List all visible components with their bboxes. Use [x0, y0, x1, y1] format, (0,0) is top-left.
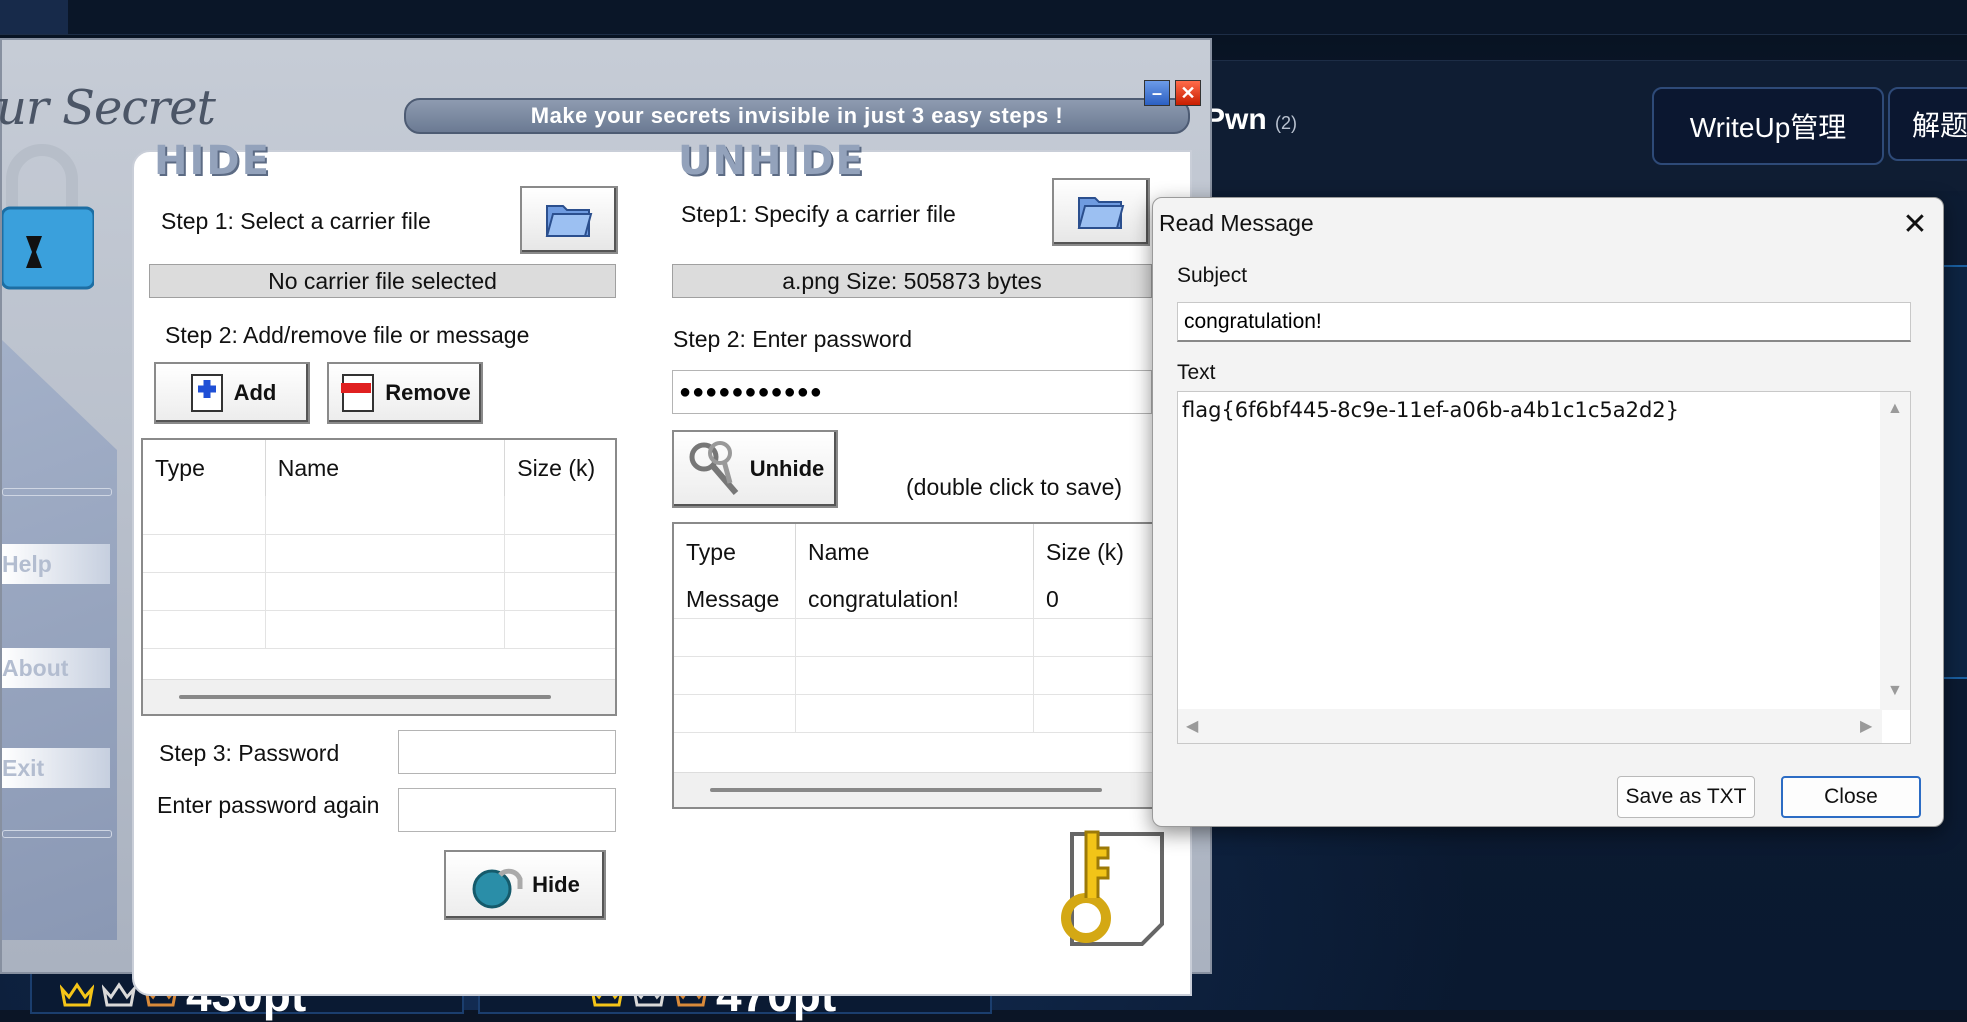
column-header-type[interactable]: Type	[674, 524, 797, 580]
side-navigation: Help About Exit	[2, 340, 117, 940]
hide-step1-label: Step 1: Select a carrier file	[161, 208, 431, 234]
nav-exit-button[interactable]: Exit	[2, 748, 110, 788]
column-header-size[interactable]: Size (k)	[1034, 524, 1154, 580]
folder-icon	[1077, 197, 1125, 229]
hide-password-again-input[interactable]	[398, 788, 616, 832]
padlock-icon	[2, 144, 94, 290]
unhide-step2-label: Step 2: Enter password	[673, 326, 913, 352]
keys-icon	[689, 441, 738, 495]
scrollbar-thumb[interactable]	[179, 695, 551, 699]
unhide-files-table[interactable]: Type Name Size (k) Message congratulatio…	[672, 522, 1156, 809]
hide-step3-label: Step 3: Password	[159, 740, 340, 766]
dialog-title: Read Message	[1159, 210, 1314, 236]
column-header-name[interactable]: Name	[266, 440, 506, 496]
add-button[interactable]: Add	[154, 362, 310, 424]
folder-icon	[545, 205, 593, 237]
stego-app-window: ur Secret Make your secrets invisible in…	[0, 38, 1212, 996]
add-button-label: Add	[233, 380, 277, 405]
hide-button-label: Hide	[532, 872, 580, 897]
unhide-section-title: UNHIDE	[678, 138, 865, 184]
solve-button[interactable]: 解题	[1888, 87, 1967, 161]
locked-padlock-icon	[472, 868, 523, 909]
unhide-select-carrier-button[interactable]	[1052, 178, 1150, 246]
category-name: Pwn	[1205, 103, 1267, 136]
writeup-manage-button[interactable]: WriteUp管理	[1652, 87, 1884, 165]
column-header-size[interactable]: Size (k)	[505, 440, 615, 496]
unhide-step1-label: Step1: Specify a carrier file	[681, 201, 956, 227]
table-row	[143, 572, 615, 611]
text-label: Text	[1177, 361, 1216, 384]
hide-password-again-label: Enter password again	[157, 792, 380, 818]
subject-field[interactable]: congratulation!	[1177, 302, 1911, 342]
row-type: Message	[674, 580, 797, 618]
table-row	[143, 496, 615, 535]
unhide-carrier-status: a.png Size: 505873 bytes	[672, 264, 1152, 298]
nav-rail-bottom	[2, 830, 112, 838]
remove-file-icon	[341, 374, 375, 412]
background-topbar	[0, 0, 1967, 35]
hide-select-carrier-button[interactable]	[520, 186, 618, 254]
text-horizontal-scrollbar[interactable]: ◀ ▶	[1178, 709, 1882, 743]
key-document-icon	[1061, 830, 1164, 946]
unhide-table-header: Type Name Size (k)	[674, 524, 1154, 580]
hide-button[interactable]: Hide	[444, 850, 606, 920]
column-header-name[interactable]: Name	[796, 524, 1034, 580]
gold-crown-icon	[60, 982, 94, 1007]
silver-crown-icon	[102, 982, 136, 1007]
nav-about-button[interactable]: About	[2, 648, 110, 688]
unhide-button[interactable]: Unhide	[672, 430, 838, 508]
dialog-close-icon[interactable]: ✕	[1897, 206, 1933, 242]
table-row[interactable]: Message congratulation! 0	[674, 580, 1154, 619]
background-corner	[0, 0, 68, 34]
save-as-txt-button[interactable]: Save as TXT	[1617, 776, 1755, 818]
scroll-right-icon[interactable]: ▶	[1860, 716, 1872, 736]
remove-button-label: Remove	[385, 380, 471, 405]
column-header-type[interactable]: Type	[143, 440, 266, 496]
hide-step2-label: Step 2: Add/remove file or message	[165, 322, 530, 348]
tagline-banner: Make your secrets invisible in just 3 ea…	[404, 98, 1190, 134]
hide-password-input[interactable]	[398, 730, 616, 774]
hide-carrier-status: No carrier file selected	[149, 264, 616, 298]
table-row	[674, 656, 1154, 695]
close-window-button[interactable]: ✕	[1175, 80, 1201, 106]
unhide-password-input[interactable]: ●●●●●●●●●●●	[672, 370, 1152, 414]
close-button[interactable]: Close	[1781, 776, 1921, 818]
table-row	[674, 694, 1154, 733]
read-message-dialog: Read Message ✕ Subject congratulation! T…	[1152, 197, 1944, 827]
scrollbar-thumb[interactable]	[710, 788, 1102, 792]
text-vertical-scrollbar[interactable]: ▲ ▼	[1880, 392, 1910, 710]
double-click-hint: (double click to save)	[906, 474, 1123, 500]
hide-table-header: Type Name Size (k)	[143, 440, 615, 496]
table-row	[143, 610, 615, 649]
hide-section-title: HIDE	[154, 138, 271, 184]
subject-label: Subject	[1177, 264, 1248, 287]
unhide-button-label: Unhide	[749, 456, 825, 481]
table-row	[674, 618, 1154, 657]
scroll-up-icon[interactable]: ▲	[1887, 400, 1903, 418]
add-file-icon	[190, 374, 223, 412]
unhide-table-scrollbar[interactable]	[674, 772, 1154, 807]
scroll-down-icon[interactable]: ▼	[1887, 682, 1903, 700]
nav-help-button[interactable]: Help	[2, 544, 110, 584]
category-count: (2)	[1275, 113, 1298, 133]
nav-rail-top	[2, 488, 112, 496]
row-size: 0	[1045, 585, 1059, 612]
row-name: congratulation!	[796, 580, 1034, 618]
hide-table-scrollbar[interactable]	[143, 679, 615, 714]
table-row	[143, 534, 615, 573]
remove-button[interactable]: Remove	[327, 362, 483, 424]
category-title[interactable]: Pwn (2)	[1205, 103, 1297, 137]
app-logo: ur Secret	[0, 80, 216, 136]
message-text: flag{6f6bf445-8c9e-11ef-a06b-a4b1c1c5a2d…	[1182, 398, 1680, 422]
minimize-button[interactable]: –	[1144, 80, 1170, 106]
message-text-area[interactable]: flag{6f6bf445-8c9e-11ef-a06b-a4b1c1c5a2d…	[1177, 391, 1911, 744]
scroll-left-icon[interactable]: ◀	[1186, 716, 1198, 736]
hide-files-table[interactable]: Type Name Size (k)	[141, 438, 617, 716]
